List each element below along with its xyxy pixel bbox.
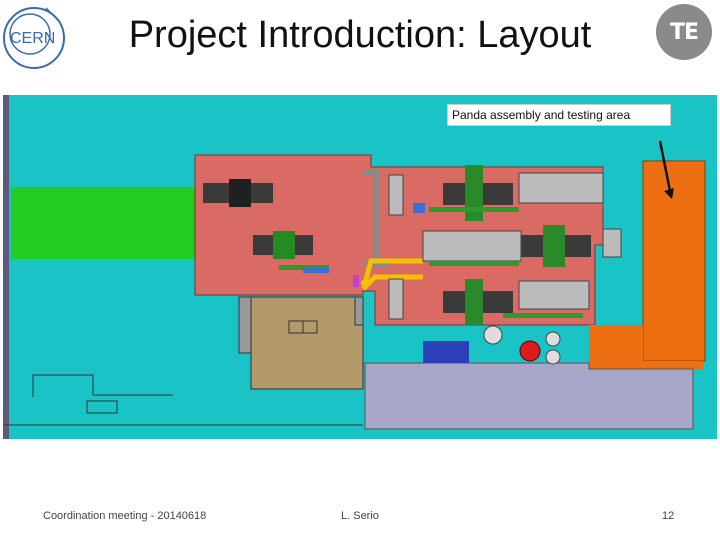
panda-assembly-area [642, 160, 706, 362]
service-zone [364, 362, 694, 430]
te-logo: TE [656, 4, 712, 60]
blue-equipment [423, 341, 469, 363]
red-vessel [519, 340, 541, 362]
green-zone [11, 187, 199, 259]
magnet-test-bench-1 [203, 179, 273, 207]
cern-logo: CERN [3, 7, 65, 69]
footer-page-number: 12 [662, 510, 675, 522]
footer-author: L. Serio [341, 510, 379, 522]
magnet-test-bench-2 [253, 231, 313, 259]
control-room [250, 296, 364, 390]
footer-meeting: Coordination meeting - 20140618 [43, 510, 207, 522]
layout-drawing [3, 95, 717, 439]
slide-title: Project Introduction: Layout [128, 14, 592, 56]
panda-area-callout: Panda assembly and testing area [447, 104, 671, 126]
cern-logo-text: CERN [10, 30, 55, 47]
